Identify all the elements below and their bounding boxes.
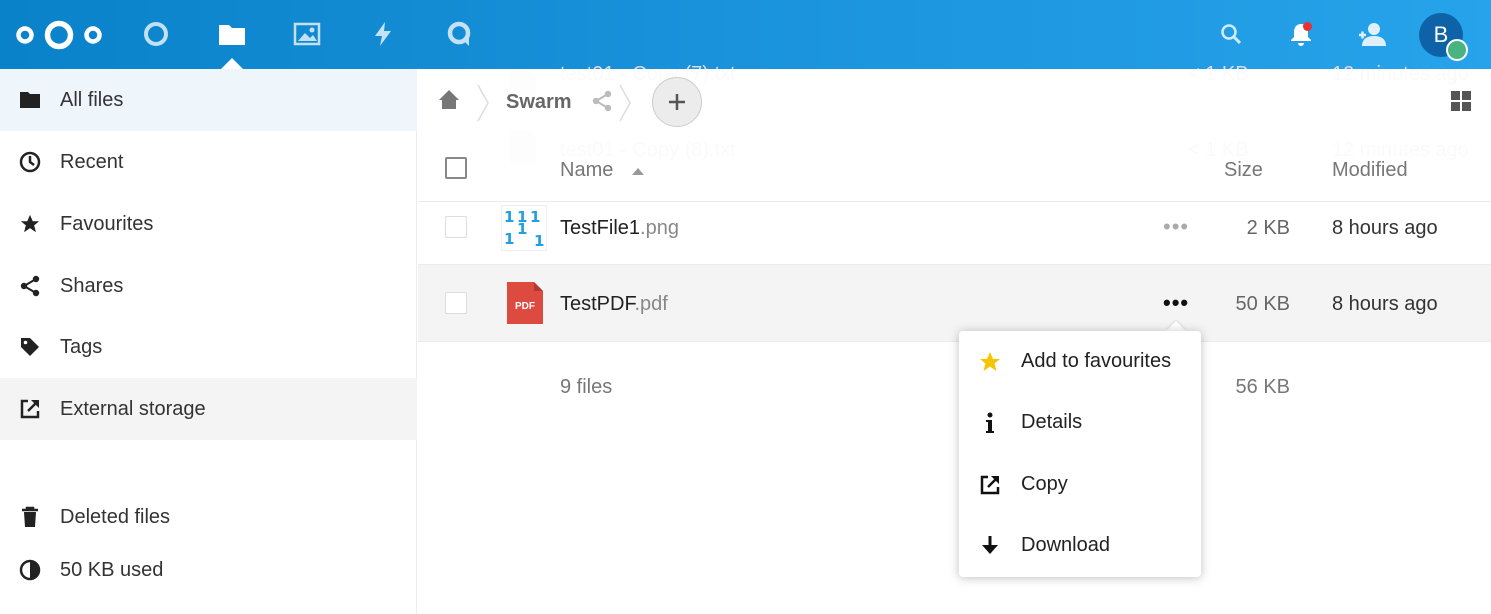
- file-basename: TestFile1: [560, 217, 641, 239]
- svg-text:1: 1: [504, 230, 514, 248]
- menu-item-copy[interactable]: Copy: [959, 454, 1201, 515]
- file-checkbox[interactable]: [445, 216, 467, 238]
- total-size-summary: 56 KB: [1235, 376, 1290, 398]
- trash-icon: [0, 506, 60, 528]
- menu-item-label: Details: [1021, 411, 1083, 433]
- image-thumbnail-icon: 111111: [501, 205, 547, 251]
- file-context-menu: Add to favourites Details Copy Download: [959, 331, 1201, 577]
- photos-image-icon[interactable]: [290, 17, 324, 51]
- folder-icon: [0, 91, 60, 109]
- clock-icon: [0, 151, 60, 173]
- file-actions-menu-icon[interactable]: •••: [1163, 214, 1189, 240]
- file-modified: 8 hours ago: [1332, 293, 1438, 315]
- file-checkbox[interactable]: [445, 292, 467, 314]
- file-list-header: Name Size Modified: [418, 137, 1491, 202]
- column-header-modified[interactable]: Modified: [1332, 159, 1408, 182]
- sidebar-item-label: Favourites: [60, 212, 154, 235]
- svg-text:1: 1: [534, 232, 544, 250]
- svg-text:1: 1: [530, 208, 540, 226]
- files-folder-icon[interactable]: [215, 17, 249, 51]
- sidebar: All files Recent Favourites Shares Tags …: [0, 69, 417, 614]
- file-modified: 8 hours ago: [1332, 217, 1438, 239]
- menu-item-download[interactable]: Download: [959, 515, 1201, 576]
- file-count-summary: 9 files: [560, 376, 613, 398]
- pie-chart-icon: [0, 559, 60, 581]
- download-icon: [959, 535, 1021, 557]
- external-link-icon: [0, 398, 60, 420]
- plus-icon: [669, 94, 685, 110]
- breadcrumb-separator: [477, 84, 489, 122]
- sidebar-item-shares[interactable]: Shares: [0, 255, 417, 317]
- breadcrumb-current-folder[interactable]: Swarm: [506, 91, 572, 114]
- file-list-area: test01 - Copy (7).txt < 1 KB 12 minutes …: [418, 63, 1491, 614]
- top-header: B: [0, 0, 1491, 69]
- breadcrumb-separator: [619, 84, 631, 122]
- star-icon: [959, 350, 1021, 374]
- quota-indicator: 50 KB used: [0, 539, 417, 601]
- avatar-initial: B: [1433, 22, 1449, 47]
- sidebar-item-tags[interactable]: Tags: [0, 316, 417, 378]
- info-icon: [959, 412, 1021, 434]
- new-file-button[interactable]: [652, 77, 702, 127]
- file-extension: .png: [640, 217, 679, 239]
- svg-text:1: 1: [517, 220, 527, 238]
- grid-view-toggle-icon[interactable]: [1451, 91, 1471, 116]
- notifications-bell-icon[interactable]: [1284, 17, 1318, 51]
- activity-lightning-icon[interactable]: [366, 17, 400, 51]
- file-actions-menu-icon[interactable]: •••: [1163, 290, 1189, 316]
- menu-item-label: Download: [1021, 534, 1110, 556]
- menu-item-add-to-favourites[interactable]: Add to favourites: [959, 331, 1201, 392]
- sidebar-item-label: Deleted files: [60, 505, 171, 528]
- external-link-icon: [959, 474, 1021, 496]
- file-name[interactable]: TestPDF.pdf: [560, 293, 668, 316]
- context-menu-pointer: [1166, 321, 1186, 331]
- sidebar-item-all-files[interactable]: All files: [0, 69, 417, 131]
- sidebar-item-label: Recent: [60, 150, 124, 173]
- sidebar-item-recent[interactable]: Recent: [0, 131, 417, 193]
- nextcloud-logo-icon[interactable]: [16, 20, 102, 50]
- menu-item-label: Copy: [1021, 473, 1068, 495]
- sort-ascending-icon: [632, 168, 644, 175]
- star-icon: [0, 213, 60, 235]
- home-icon[interactable]: [438, 89, 460, 116]
- talk-chat-bubble-icon[interactable]: [442, 17, 476, 51]
- select-all-checkbox[interactable]: [445, 157, 467, 179]
- tag-icon: [0, 336, 60, 358]
- file-row[interactable]: 111111 TestFile1.png ••• 2 KB 8 hours ag…: [418, 202, 1491, 265]
- sidebar-item-label: External storage: [60, 397, 206, 420]
- sidebar-item-label: All files: [60, 88, 124, 111]
- column-header-name[interactable]: Name: [560, 159, 613, 182]
- active-app-indicator: [221, 58, 243, 69]
- file-row[interactable]: PDF TestPDF.pdf ••• 50 KB 8 hours ago: [418, 265, 1491, 342]
- sidebar-item-favourites[interactable]: Favourites: [0, 193, 417, 255]
- svg-text:1: 1: [504, 208, 514, 226]
- contacts-icon[interactable]: [1355, 17, 1389, 51]
- sidebar-item-external-storage[interactable]: External storage: [0, 378, 417, 440]
- file-size: 50 KB: [1235, 293, 1290, 315]
- file-basename: TestPDF: [560, 293, 635, 315]
- pdf-icon: PDF: [507, 282, 543, 329]
- file-extension: .pdf: [634, 293, 668, 315]
- quota-text: 50 KB used: [60, 558, 164, 581]
- file-name[interactable]: TestFile1.png: [560, 217, 679, 240]
- user-status-indicator[interactable]: [1446, 39, 1468, 61]
- breadcrumb: Swarm: [418, 69, 1491, 137]
- svg-text:PDF: PDF: [515, 301, 535, 312]
- file-size: 2 KB: [1246, 217, 1290, 239]
- sidebar-item-label: Shares: [60, 274, 124, 297]
- column-header-size[interactable]: Size: [1224, 159, 1263, 182]
- share-icon: [0, 275, 60, 297]
- menu-item-label: Add to favourites: [1021, 350, 1172, 372]
- notification-badge: [1303, 22, 1312, 31]
- share-icon[interactable]: [591, 90, 613, 117]
- menu-item-details[interactable]: Details: [959, 392, 1201, 453]
- sidebar-item-label: Tags: [60, 335, 103, 358]
- dashboard-circle-icon[interactable]: [139, 17, 173, 51]
- search-icon[interactable]: [1214, 17, 1248, 51]
